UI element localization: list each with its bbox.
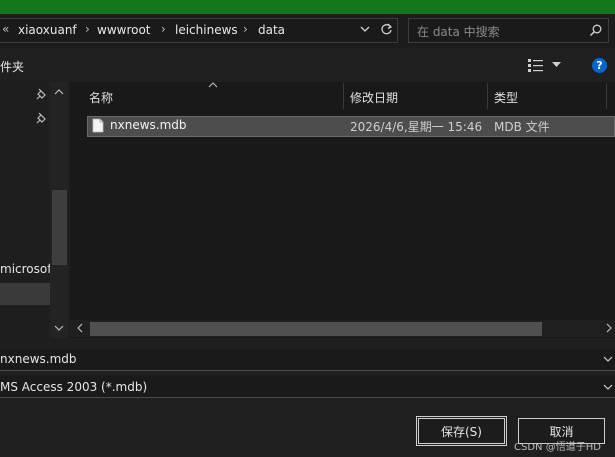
search-placeholder: 在 data 中搜索 <box>417 25 500 39</box>
view-options-icon[interactable] <box>527 58 545 72</box>
horizontal-scroll-thumb[interactable] <box>90 322 542 336</box>
scroll-up-icon[interactable] <box>54 88 64 95</box>
sort-ascending-icon <box>208 82 218 88</box>
breadcrumb-wwwroot[interactable]: wwwroot <box>97 23 151 37</box>
chevron-right-icon[interactable]: › <box>85 22 90 36</box>
chevron-down-icon[interactable] <box>603 356 613 363</box>
column-header-modified[interactable]: 修改日期 <box>350 89 398 106</box>
refresh-icon[interactable] <box>380 23 393 36</box>
file-icon <box>92 118 104 133</box>
breadcrumb-leichinews[interactable]: leichinews <box>175 23 238 37</box>
chevron-down-icon[interactable] <box>360 25 370 33</box>
breadcrumb-data[interactable]: data <box>258 23 285 37</box>
toolbar <box>0 48 615 82</box>
file-type: MDB 文件 <box>494 120 550 134</box>
scroll-right-icon[interactable] <box>606 323 613 333</box>
chevron-right-icon[interactable]: › <box>161 22 166 36</box>
column-divider[interactable] <box>487 83 488 109</box>
pin-icon[interactable] <box>36 88 48 100</box>
filetype-value: MS Access 2003 (*.mdb) <box>0 380 148 394</box>
help-icon[interactable]: ? <box>592 58 607 73</box>
sidebar-item-microsoft[interactable]: microsoft <box>0 262 56 276</box>
scroll-left-icon[interactable] <box>76 323 83 333</box>
save-button[interactable]: 保存(S) <box>416 416 507 446</box>
breadcrumb-xiaoxuanf[interactable]: xiaoxuanf <box>18 23 77 37</box>
navigation-scroll-thumb[interactable] <box>52 190 67 265</box>
window-titlebar <box>0 0 615 14</box>
sidebar-item-selected[interactable] <box>0 283 50 305</box>
pin-icon[interactable] <box>36 112 48 124</box>
column-divider[interactable] <box>343 83 344 109</box>
watermark: CSDN @悟道子HD <box>514 442 601 453</box>
chevron-right-icon[interactable]: › <box>243 22 248 36</box>
file-name: nxnews.mdb <box>110 118 187 132</box>
column-header-type[interactable]: 类型 <box>494 89 518 106</box>
view-dropdown-icon[interactable] <box>552 62 561 68</box>
breadcrumb-overflow[interactable]: « <box>2 22 9 36</box>
filename-value: nxnews.mdb <box>0 352 77 366</box>
column-divider[interactable] <box>606 83 607 109</box>
column-header-name[interactable]: 名称 <box>89 89 113 106</box>
scroll-down-icon[interactable] <box>54 325 64 332</box>
search-icon[interactable] <box>589 24 602 37</box>
new-folder-button[interactable]: 件夹 <box>0 58 24 75</box>
filename-field[interactable] <box>0 349 615 371</box>
file-modified: 2026/4/6,星期一 15:46 <box>350 120 483 134</box>
chevron-down-icon[interactable] <box>603 384 613 391</box>
